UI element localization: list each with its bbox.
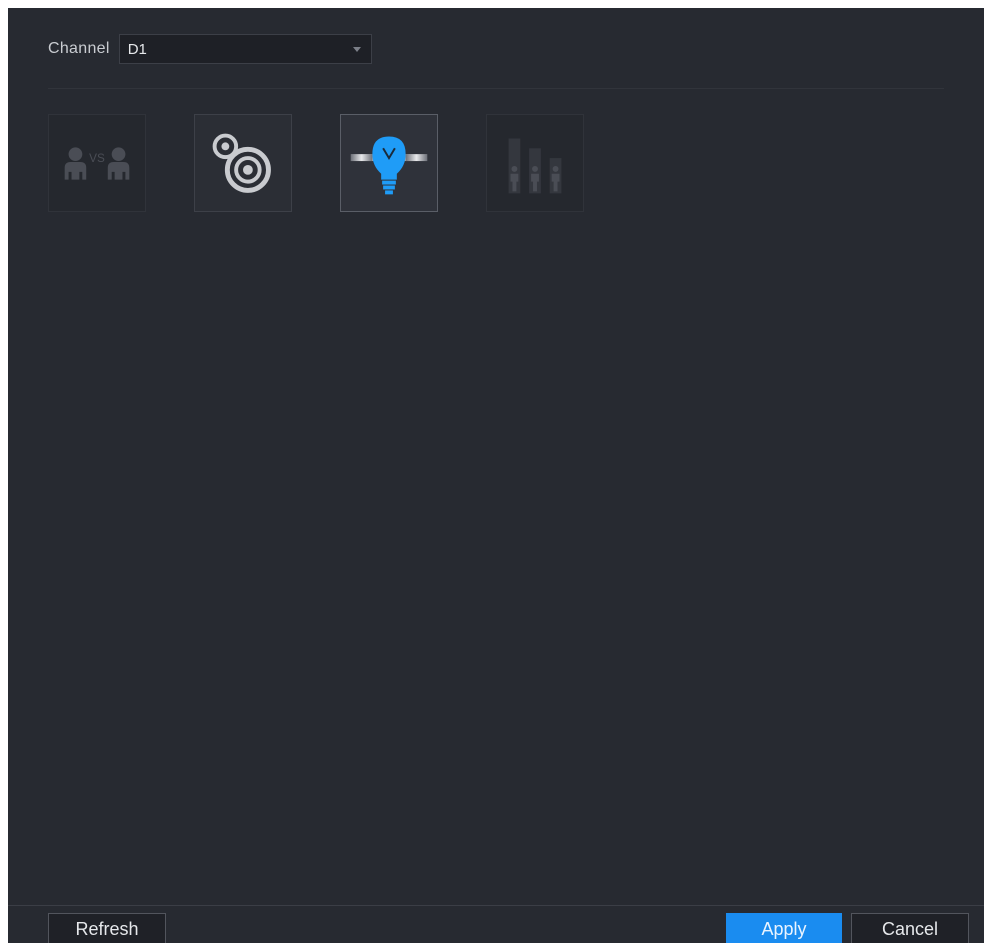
channel-label: Channel: [48, 40, 110, 57]
channel-select[interactable]: D1: [118, 34, 372, 64]
tile-tripwire[interactable]: [340, 114, 438, 212]
camera-lens-icon: [212, 133, 271, 193]
config-panel: Channel D1 VS: [8, 8, 984, 943]
tile-people-vs[interactable]: VS: [48, 114, 146, 212]
people-vs-icon: VS: [64, 147, 130, 180]
people-counting-icon: [508, 138, 562, 194]
vs-text: VS: [89, 152, 105, 165]
tile-camera-lens[interactable]: [194, 114, 292, 212]
apply-button[interactable]: Apply: [726, 913, 842, 943]
divider: [48, 88, 944, 89]
footer-divider: [8, 905, 984, 906]
tripwire-bulb-icon: [350, 136, 428, 195]
tile-people-counting[interactable]: [486, 114, 584, 212]
feature-tiles: VS: [48, 114, 584, 212]
channel-value: D1: [127, 40, 147, 58]
chevron-down-icon: [352, 46, 361, 52]
channel-row: Channel D1: [48, 34, 372, 64]
cancel-button[interactable]: Cancel: [851, 913, 969, 943]
refresh-button[interactable]: Refresh: [48, 913, 166, 943]
